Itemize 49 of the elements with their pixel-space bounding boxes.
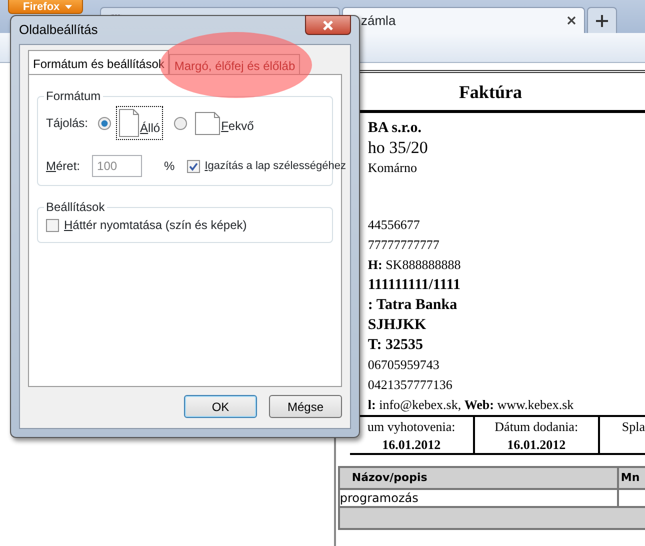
size-field[interactable]: 100 bbox=[92, 155, 142, 177]
invoice-title: Faktúra bbox=[458, 82, 522, 102]
unit-label: % bbox=[164, 158, 175, 175]
invoice-line: l: info@kebex.sk, Web: www.kebex.sk bbox=[368, 397, 574, 412]
group-label: Beállítások bbox=[44, 200, 107, 214]
date-label: um vyhotovenia: bbox=[366, 418, 456, 436]
invoice-line: : Tatra Banka bbox=[368, 297, 458, 313]
date-value: 16.01.2012 bbox=[506, 436, 567, 454]
invoice-line: Komárno bbox=[368, 160, 417, 175]
browser-tab[interactable]: zámla bbox=[342, 7, 585, 33]
new-tab-button[interactable] bbox=[587, 7, 617, 33]
close-button[interactable] bbox=[305, 15, 351, 35]
option-label: Álló bbox=[140, 120, 160, 137]
table-cell: programozás bbox=[340, 491, 418, 505]
invoice-line: T: 32535 bbox=[368, 337, 424, 353]
invoice-line: 44556677 bbox=[368, 217, 420, 232]
checkbox[interactable] bbox=[186, 160, 200, 172]
checkbox-label: Háttér nyomtatása (szín és képek) bbox=[64, 217, 247, 234]
dialog-button[interactable]: Mégse bbox=[269, 395, 342, 418]
close-icon bbox=[322, 20, 334, 30]
invoice-line: 06705959743 bbox=[368, 357, 440, 372]
page-icon bbox=[195, 112, 220, 134]
group-label: Formátum bbox=[44, 89, 103, 103]
dropdown-icon bbox=[64, 4, 72, 8]
invoice-line: H: SK888888888 bbox=[368, 257, 461, 272]
date-label: Dátum dodania: bbox=[494, 418, 580, 436]
plus-icon bbox=[596, 14, 608, 26]
checkbox[interactable] bbox=[46, 218, 59, 232]
close-icon[interactable] bbox=[567, 16, 576, 25]
invoice-line: 0421357777136 bbox=[368, 377, 452, 392]
invoice-line: ho 35/20 bbox=[368, 138, 428, 157]
date-label: Spla bbox=[622, 418, 645, 436]
checkbox-label: Igazítás a lap szélességéhez bbox=[204, 158, 346, 174]
field-label: Tájolás: bbox=[46, 115, 88, 132]
dialog-button[interactable]: OK bbox=[184, 395, 257, 418]
option-label: Fekvő bbox=[221, 118, 254, 134]
radio-button[interactable] bbox=[174, 116, 188, 130]
invoice-line: 77777777777 bbox=[368, 237, 440, 252]
column-header: Mn bbox=[620, 471, 640, 484]
invoice-line: SJHJKK bbox=[368, 317, 426, 333]
field-label: Méret: bbox=[46, 158, 80, 175]
page-icon bbox=[119, 109, 140, 137]
invoice-line: BA s.r.o. bbox=[368, 120, 422, 136]
date-value: 16.01.2012 bbox=[381, 436, 442, 454]
invoice-line: 111111111/1111 bbox=[368, 277, 460, 293]
dialog-tab[interactable]: Formátum és beállítások bbox=[28, 50, 170, 74]
radio-button[interactable] bbox=[98, 116, 112, 130]
column-header: Názov/popis bbox=[352, 471, 428, 484]
dialog-title: Oldalbeállítás bbox=[19, 21, 98, 40]
